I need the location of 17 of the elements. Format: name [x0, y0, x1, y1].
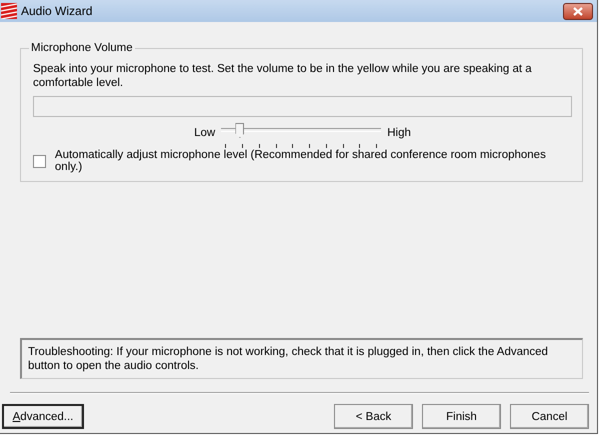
checkbox[interactable] [33, 154, 46, 168]
low-label: Low [194, 127, 216, 139]
close-button[interactable] [563, 2, 593, 20]
instructions-text: Speak into your microphone to test. Set the volume to be in the yellow while you are speaking at a comfortable level. [33, 62, 533, 90]
close-icon[interactable] [573, 6, 583, 16]
group-title: Microphone Volume [30, 42, 134, 54]
slider-thumb[interactable] [235, 123, 244, 138]
high-label: High [387, 127, 411, 139]
volume-slider[interactable] [221, 123, 382, 147]
dialog-button[interactable]: < Back [334, 404, 413, 429]
window-title: Audio Wizard [21, 4, 94, 18]
app-icon [1, 3, 17, 19]
dialog-button[interactable]: Finish [422, 404, 501, 429]
dialog-button[interactable]: Cancel [510, 404, 589, 429]
troubleshooting-text: Troubleshooting: If your microphone is not working, check that it is plugged in, then click the Advanced button to open the audio controls. [20, 338, 583, 379]
checkbox-label[interactable]: Automatically adjust microphone level (Recommended for shared conference room microphones only.) [54, 149, 572, 173]
dialog-button[interactable]: Advanced... [2, 404, 84, 429]
